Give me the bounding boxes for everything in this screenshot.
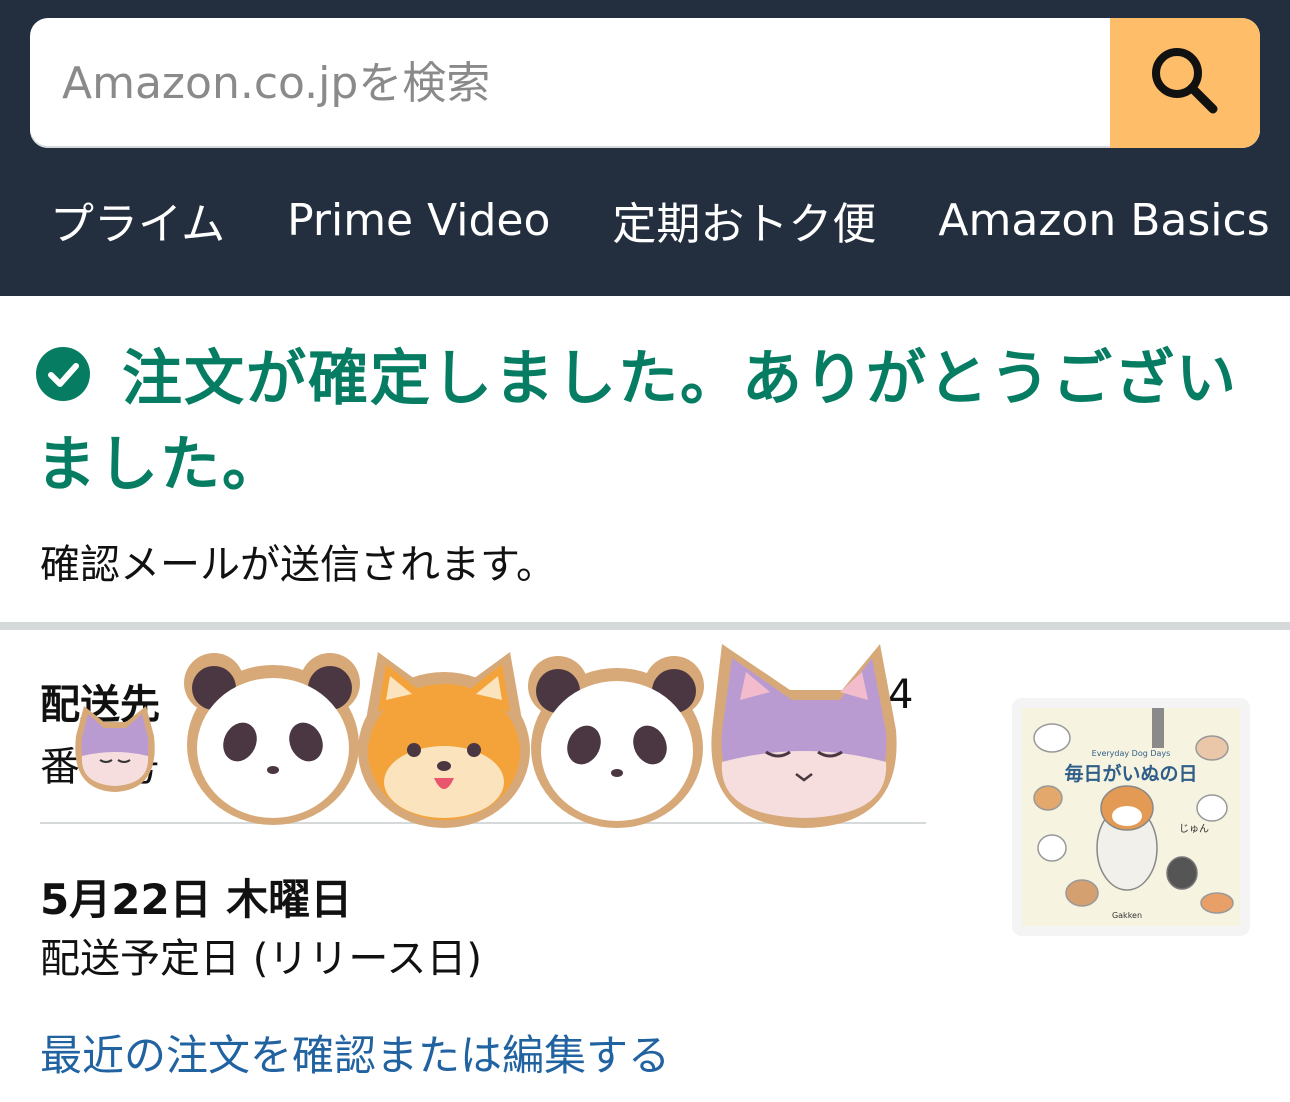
ship-to-label: 配送先 [40, 682, 160, 728]
search-icon [1147, 43, 1223, 123]
panda-sticker-1 [184, 653, 360, 825]
book-title: 毎日がいぬの日 [1064, 762, 1197, 785]
review-orders-link[interactable]: 最近の注文を確認または編集する [40, 1022, 670, 1083]
check-circle-icon [36, 347, 90, 402]
order-confirmed-text: 注文が確定しました。ありがとうございました。 [36, 344, 1238, 500]
confirmation-email-note: 確認メールが送信されます。 [40, 542, 556, 588]
delivery-date: 5月22日 木曜日 [40, 875, 353, 924]
panda-sticker-2 [528, 656, 704, 828]
book-author: じゅん [1179, 823, 1209, 835]
section-divider [0, 622, 1290, 630]
delivery-date-note: 配送予定日 (リリース日) [40, 936, 482, 982]
nav-item-subscribe-save[interactable]: 定期おトク便 [612, 188, 876, 252]
search-input[interactable] [30, 18, 1110, 148]
purple-cat-sticker-large [711, 644, 897, 828]
header: プライム Prime Video 定期おトク便 Amazon Basics [0, 0, 1290, 296]
ship-to-address-tail: 4 [888, 672, 914, 718]
nav-item-prime-video[interactable]: Prime Video [287, 195, 550, 246]
order-confirmed-heading: 注文が確定しました。ありがとうございました。 [36, 336, 1266, 508]
nav-item-prime[interactable]: プライム [50, 188, 225, 252]
book-subtitle: Everyday Dog Days [1092, 749, 1171, 758]
book-publisher: Gakken [1112, 911, 1142, 920]
product-thumbnail[interactable]: 毎日がいぬの日 Everyday Dog Days じゅん Gakken [1022, 708, 1240, 926]
ship-to-address-line2: 番 号 [40, 744, 160, 790]
nav-item-amazon-basics[interactable]: Amazon Basics [938, 195, 1269, 246]
search-bar [30, 18, 1260, 148]
search-button[interactable] [1110, 18, 1260, 148]
nav-bar: プライム Prime Video 定期おトク便 Amazon Basics [50, 188, 1270, 252]
shiba-dog-sticker [358, 652, 530, 828]
shipping-divider [40, 822, 926, 824]
